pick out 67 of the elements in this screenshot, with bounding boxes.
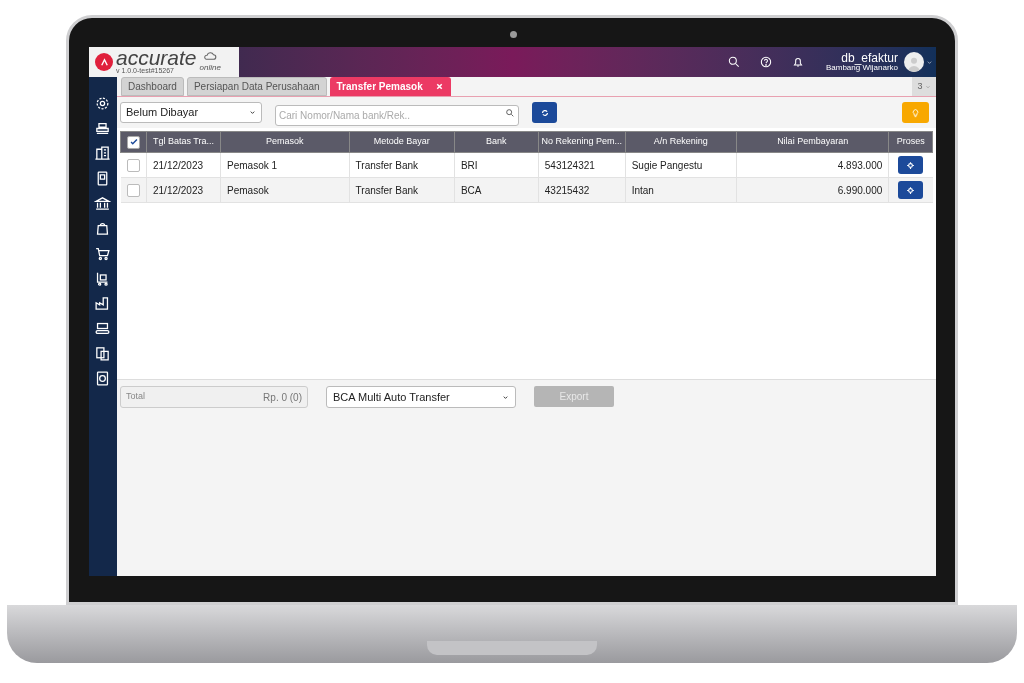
table-cell: Transfer Bank [349, 177, 455, 203]
column-header: Bank [454, 131, 539, 153]
process-button[interactable] [898, 156, 924, 174]
checkbox[interactable] [126, 183, 140, 197]
table-cell: 543124321 [538, 152, 626, 178]
crosshair-icon [906, 185, 916, 195]
crosshair-icon [906, 160, 916, 170]
building-menu-button[interactable] [94, 145, 112, 162]
export-format-dropdown[interactable]: BCA Multi Auto Transfer [326, 386, 516, 408]
column-header: Proses [888, 131, 933, 153]
column-header: Nilai Pembayaran [736, 131, 889, 153]
search-icon [505, 108, 515, 118]
status-filter-dropdown[interactable]: Belum Dibayar [120, 102, 262, 123]
search-field[interactable]: Cari Nomor/Nama bank/Rek.. [275, 105, 519, 126]
logo-subtext: online [199, 62, 221, 74]
trolley-icon [94, 270, 111, 287]
refresh-button[interactable] [532, 102, 557, 123]
checkmark-icon [128, 137, 139, 147]
table-cell: 43215432 [538, 177, 626, 203]
table-cell: BCA [454, 177, 539, 203]
settings-icon [94, 95, 111, 112]
tab[interactable]: Transfer Pemasok [329, 77, 451, 96]
total-label: Total [126, 390, 145, 404]
table-cell: Pemasok 1 [220, 152, 350, 178]
tab[interactable]: Persiapan Data Perusahaan [186, 77, 327, 96]
column-header: A/n Rekening [625, 131, 737, 153]
cart-menu-button[interactable] [94, 245, 112, 262]
close-icon [434, 82, 444, 91]
bell-icon [790, 55, 805, 69]
table-cell: Sugie Pangestu [625, 152, 737, 178]
tab-count-dropdown[interactable]: 3 [912, 77, 936, 96]
table-cell: 4.893.000 [736, 152, 889, 178]
process-button[interactable] [898, 181, 924, 199]
bag-icon [94, 220, 111, 237]
table-cell: 6.990.000 [736, 177, 889, 203]
column-header: No Rekening Pem... [538, 131, 626, 153]
table-cell: Pemasok [220, 177, 350, 203]
building-icon [94, 145, 111, 162]
column-header: Pemasok [220, 131, 350, 153]
table-cell: BRI [454, 152, 539, 178]
bank-icon [94, 195, 111, 212]
bank-menu-button[interactable] [94, 195, 112, 212]
factory-icon [94, 295, 111, 312]
logo-text: accurate [116, 49, 197, 67]
camera-icon [510, 31, 517, 38]
user-name: Bambang Wijanarko [825, 64, 898, 72]
documents-icon [94, 345, 111, 362]
stacked-boxes-menu-button[interactable] [94, 120, 112, 137]
refresh-icon [539, 107, 550, 118]
chevron-down-icon [249, 109, 256, 116]
table-cell: Transfer Bank [349, 152, 455, 178]
checkbox[interactable] [127, 135, 140, 149]
tab[interactable]: Dashboard [121, 77, 184, 96]
database-name: db_efaktur [841, 52, 898, 64]
stacked-boxes-icon [94, 120, 111, 137]
checkbox[interactable] [126, 158, 140, 172]
column-header: Metode Bayar [349, 131, 455, 153]
help-icon [758, 55, 773, 69]
documents-menu-button[interactable] [94, 345, 112, 362]
cart-icon [94, 245, 111, 262]
search-icon [726, 55, 741, 69]
total-value: Rp. 0 (0) [263, 390, 302, 405]
chevron-down-icon [924, 83, 931, 90]
table-cell: Intan [625, 177, 737, 203]
chevron-down-icon [926, 58, 933, 66]
column-header: Tgl Batas Tra... [146, 131, 221, 153]
chevron-down-icon [502, 393, 509, 401]
